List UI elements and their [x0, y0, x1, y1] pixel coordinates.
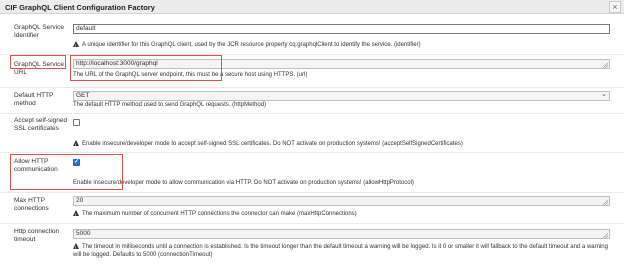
- url-label-highlight: [10, 55, 66, 69]
- identifier-label: GraphQL Service Identifier: [14, 24, 64, 39]
- allow-http-highlight: [10, 154, 123, 190]
- timeout-description: ! The timeout in milliseconds until a con…: [73, 243, 608, 258]
- divider: [0, 223, 624, 224]
- self-signed-checkbox[interactable]: [73, 119, 80, 126]
- http-method-description: The default HTTP method used to send Gra…: [73, 102, 267, 108]
- warning-icon: !: [73, 140, 79, 147]
- identifier-input[interactable]: default: [73, 24, 610, 34]
- resize-grip-icon[interactable]: [603, 63, 608, 68]
- http-method-select[interactable]: GET ⌄: [73, 91, 610, 101]
- self-signed-description: ! Enable insecure/developer mode to accep…: [73, 140, 463, 147]
- allow-http-description: Enable insecure/developer mode to allow …: [73, 180, 414, 186]
- max-connections-label: Max HTTP connections: [14, 197, 49, 212]
- close-icon[interactable]: ×: [609, 1, 621, 13]
- divider: [0, 192, 624, 193]
- http-method-label: Default HTTP method: [14, 92, 54, 107]
- resize-grip-icon[interactable]: [603, 233, 608, 238]
- warning-icon: !: [73, 41, 79, 48]
- timeout-input[interactable]: 5000: [73, 229, 610, 239]
- dialog-title: CIF GraphQL Client Configuration Factory: [5, 3, 155, 12]
- max-connections-input[interactable]: 20: [73, 196, 610, 206]
- warning-icon: !: [73, 210, 79, 217]
- max-connections-description: ! The maximum number of concurrent HTTP c…: [73, 210, 357, 217]
- resize-grip-icon[interactable]: [603, 200, 608, 205]
- self-signed-label: Accept self-signed SSL certificates: [14, 117, 68, 132]
- divider: [0, 113, 624, 114]
- divider: [0, 152, 624, 153]
- chevron-down-icon: ⌄: [601, 91, 607, 98]
- dialog-titlebar: CIF GraphQL Client Configuration Factory…: [0, 0, 624, 14]
- divider: [0, 87, 624, 88]
- timeout-label: Http connection timeout: [14, 228, 60, 243]
- identifier-description: ! A unique identifier for this GraphQL cl…: [73, 41, 421, 48]
- url-field-highlight: [70, 55, 222, 81]
- warning-icon: !: [73, 243, 79, 250]
